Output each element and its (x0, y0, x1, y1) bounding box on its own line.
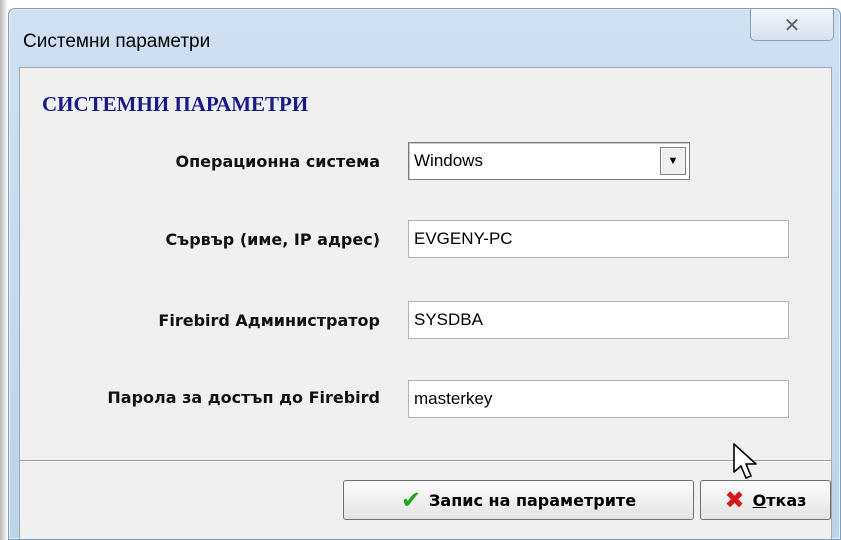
window-title: Системни параметри (23, 31, 211, 52)
cancel-button[interactable]: ✖ Отказ (700, 480, 831, 520)
close-button[interactable]: ✕ (750, 9, 834, 41)
server-input[interactable]: EVGENY-PC (408, 220, 789, 258)
password-label: Парола за достъп до Firebird (107, 388, 380, 407)
checkmark-icon: ✔ (400, 486, 422, 514)
save-button-label: Запис на параметрите (429, 490, 637, 510)
cancel-x-icon: ✖ (724, 486, 745, 514)
os-dropdown[interactable]: Windows ▼ (408, 142, 690, 180)
section-title: СИСТЕМНИ ПАРАМЕТРИ (42, 92, 309, 116)
save-parameters-button[interactable]: ✔ Запис на параметрите (343, 480, 694, 520)
password-input[interactable]: masterkey (408, 380, 789, 418)
mouse-cursor-icon (733, 443, 757, 479)
background-window-edge (0, 0, 8, 540)
system-parameters-dialog: Системни параметри ✕ СИСТЕМНИ ПАРАМЕТРИ … (8, 8, 841, 540)
cancel-button-label: Отказ (752, 490, 807, 510)
os-label: Операционна система (175, 152, 380, 171)
server-label: Сървър (име, IP адрес) (165, 230, 380, 249)
title-bar[interactable]: Системни параметри ✕ (9, 9, 840, 59)
separator-line (20, 460, 831, 461)
admin-label: Firebird Администратор (158, 311, 380, 330)
close-icon: ✕ (783, 12, 801, 37)
os-dropdown-value: Windows (414, 151, 483, 170)
dialog-body: СИСТЕМНИ ПАРАМЕТРИ Операционна система W… (19, 67, 832, 539)
chevron-down-icon[interactable]: ▼ (660, 147, 686, 175)
admin-input[interactable]: SYSDBA (408, 301, 789, 339)
